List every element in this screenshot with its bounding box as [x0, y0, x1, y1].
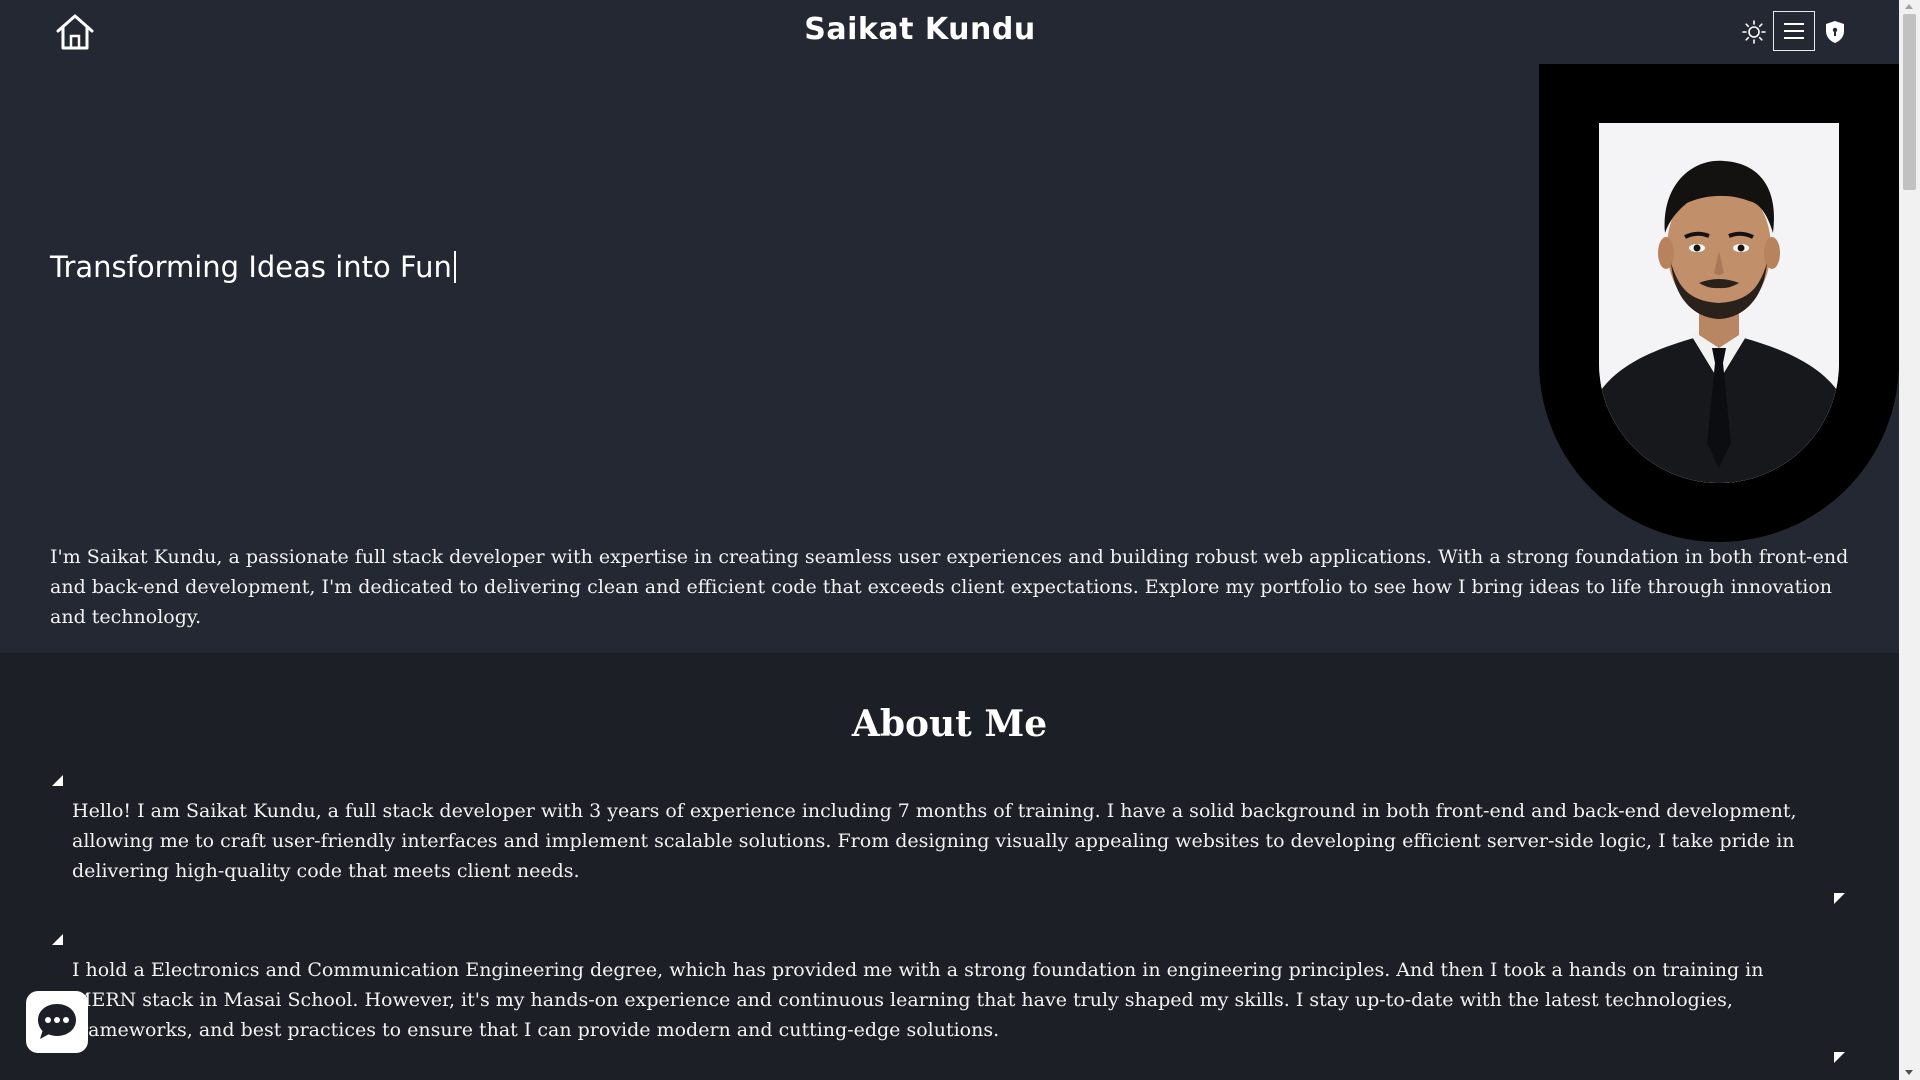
typing-cursor [453, 251, 456, 283]
about-title: About Me [851, 703, 1048, 745]
quote-corner-top-left [52, 775, 63, 786]
hero-intro: I'm Saikat Kundu, a passionate full stac… [50, 546, 1849, 628]
hero-section: Transforming Ideas into Fun I'm Saikat K… [0, 64, 1899, 653]
quote-corner-top-left [52, 934, 63, 945]
profile-photo-frame [1539, 64, 1899, 542]
sun-icon[interactable] [1741, 19, 1767, 45]
chat-button[interactable] [26, 991, 88, 1053]
quote-corner-bottom-right [1834, 893, 1845, 904]
about-paragraph: Hello! I am Saikat Kundu, a full stack d… [72, 800, 1797, 882]
scroll-down-icon[interactable] [1905, 1070, 1913, 1075]
site-title[interactable]: Saikat Kundu [0, 12, 1840, 47]
quote-corner-bottom-right [1834, 1052, 1845, 1063]
scroll-thumb[interactable] [1903, 14, 1916, 190]
site-header: Saikat Kundu [0, 0, 1899, 64]
about-paragraph: I hold a Electronics and Communication E… [72, 959, 1764, 1041]
page-scrollbar[interactable] [1899, 0, 1920, 1080]
shield-icon[interactable] [1824, 20, 1846, 44]
about-section: About Me Hello! I am Saikat Kundu, a ful… [0, 653, 1899, 1080]
hamburger-menu-icon[interactable] [1773, 11, 1815, 51]
scroll-up-icon[interactable] [1905, 4, 1913, 9]
chat-bubble-icon [38, 1004, 76, 1039]
tagline-text: Transforming Ideas into Fun [50, 250, 452, 284]
hero-tagline: Transforming Ideas into Fun [50, 250, 456, 284]
profile-photo [1599, 123, 1839, 483]
